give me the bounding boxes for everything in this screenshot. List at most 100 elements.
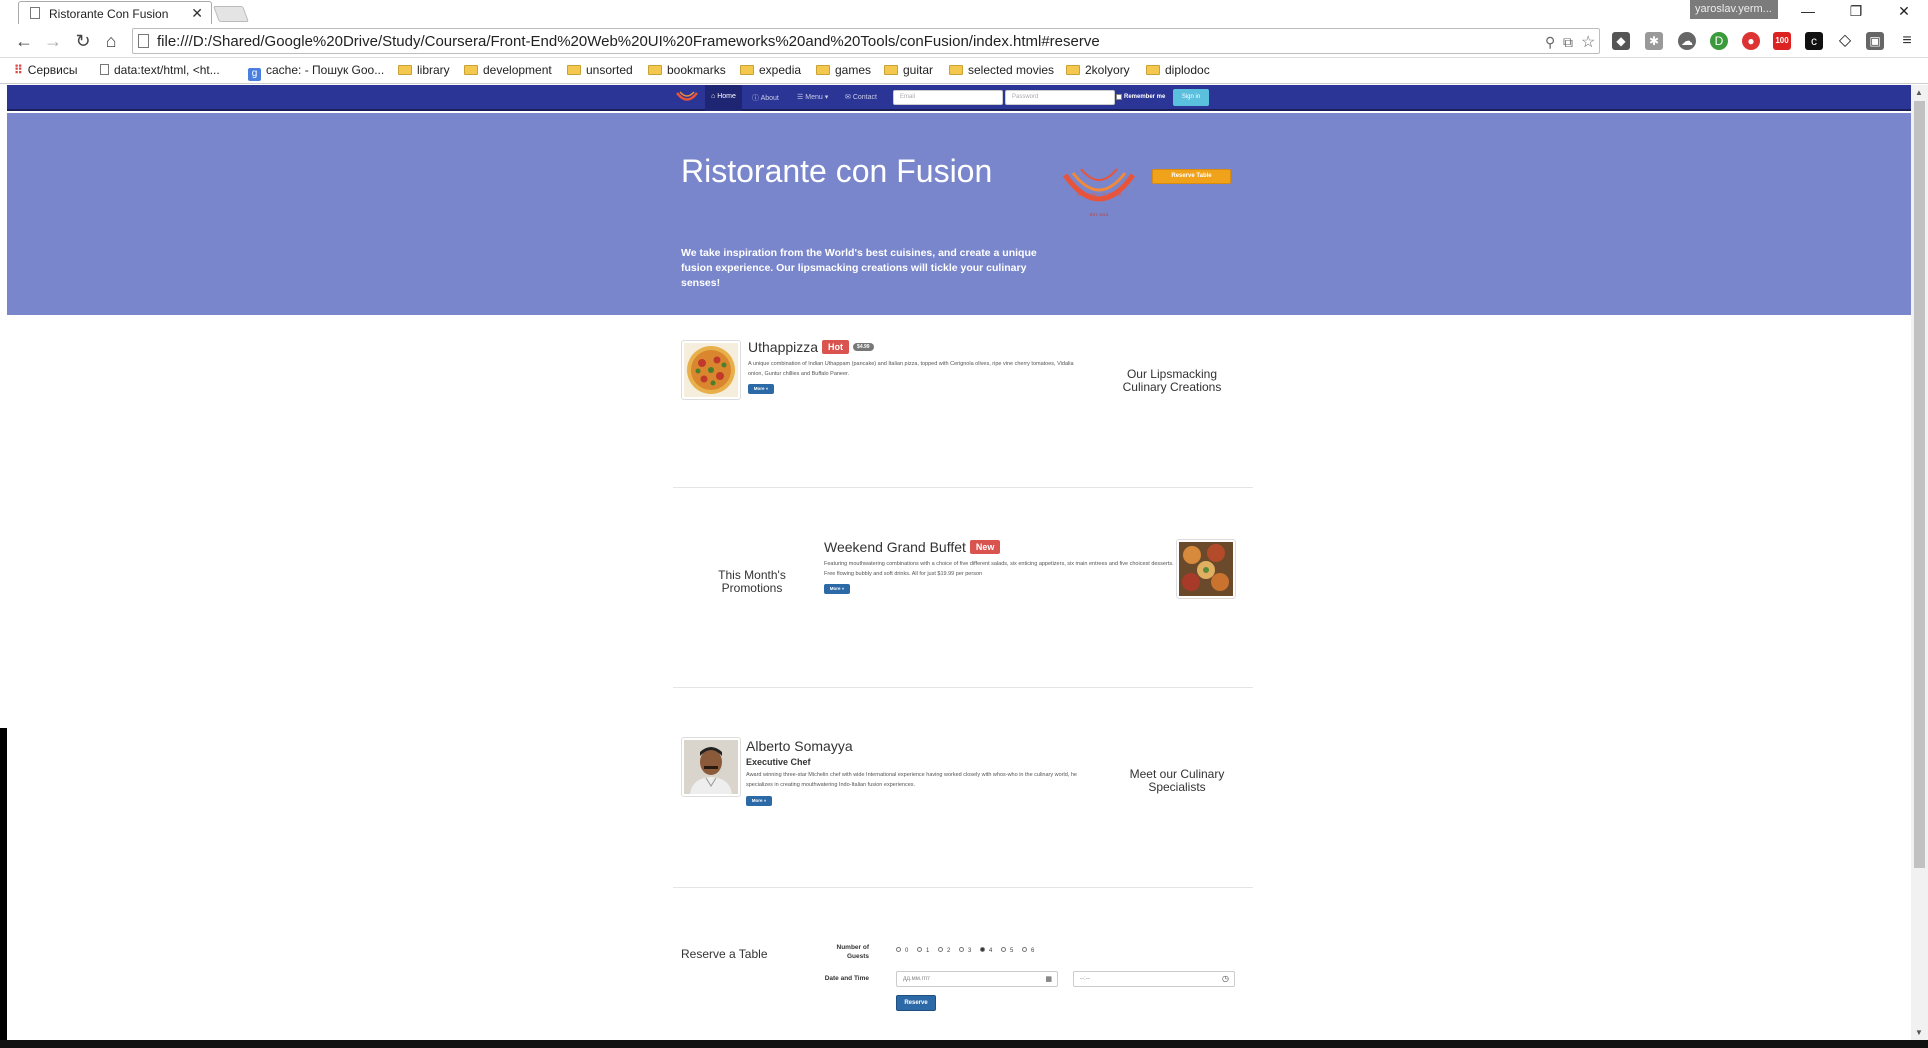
cloud-icon[interactable]: ☁	[1678, 32, 1696, 50]
extension-icon[interactable]: D	[1710, 32, 1728, 50]
radio-button[interactable]	[896, 947, 901, 952]
logo-text: Ristorante con Fusion	[1076, 193, 1122, 198]
bookmark-folder[interactable]: guitar	[884, 63, 933, 77]
radio-button[interactable]	[917, 947, 922, 952]
star-icon[interactable]: ☆	[1581, 32, 1595, 52]
info-icon: ⓘ	[752, 95, 761, 102]
address-bar[interactable]: file:///D:/Shared/Google%20Drive/Study/C…	[132, 28, 1600, 54]
dish-thumbnail[interactable]	[681, 340, 741, 400]
reload-icon[interactable]: ↻	[72, 31, 94, 52]
leader-side-heading: Meet our Culinary Specialists	[1129, 767, 1225, 794]
bookmark-apps[interactable]: ⠿ Сервисы	[14, 63, 78, 77]
hot-badge: Hot	[822, 340, 850, 354]
page-icon	[100, 64, 109, 75]
divider	[673, 487, 1253, 488]
guest-radio-2[interactable]: 2	[938, 947, 950, 954]
extension-icon[interactable]: c	[1805, 32, 1823, 50]
guest-radio-3[interactable]: 3	[959, 947, 971, 954]
extension-badge[interactable]: 100	[1773, 32, 1791, 50]
radio-button[interactable]	[938, 947, 943, 952]
radio-button-selected[interactable]	[980, 947, 985, 952]
leader-description: Award winning three-star Michelin chef w…	[746, 772, 1077, 788]
nav-about[interactable]: ⓘ About	[752, 85, 779, 111]
list-icon: ☰	[797, 94, 806, 101]
nav-home[interactable]: ⌂ Home	[705, 85, 742, 111]
clock-icon[interactable]: ◷	[1222, 974, 1229, 983]
home-icon[interactable]: ⌂	[100, 31, 122, 52]
radio-button[interactable]	[1022, 947, 1027, 952]
new-badge: New	[969, 540, 1001, 554]
bookmark-folder[interactable]: 2kolyory	[1066, 63, 1130, 77]
nav-menu[interactable]: ☰ Menu ▾	[797, 85, 828, 111]
bookmark-folder[interactable]: expedia	[740, 63, 801, 77]
promotion-more-button[interactable]: More »	[824, 584, 850, 594]
extension-icon[interactable]: ◇	[1836, 32, 1854, 50]
date-input[interactable]: дд.мм.гггг ▦	[896, 971, 1058, 987]
bookmark-folder[interactable]: library	[398, 63, 450, 77]
close-tab-icon[interactable]: ✕	[191, 5, 203, 22]
time-placeholder: --:--	[1080, 976, 1090, 982]
zoom-icon[interactable]: ⚲	[1545, 34, 1555, 51]
folder-icon	[1146, 65, 1160, 75]
extension-icon[interactable]: ●	[1742, 32, 1760, 50]
bookmarks-bar: ⠿ Сервисы data:text/html, <ht... g cache: …	[0, 58, 1928, 84]
pizza-image	[684, 343, 738, 397]
promotion-name: Weekend Grand Buffet	[824, 539, 966, 555]
guest-radio-4[interactable]: 4	[980, 947, 992, 954]
guest-radio-0[interactable]: 0	[896, 947, 908, 954]
guest-radio-5[interactable]: 5	[1001, 947, 1013, 954]
forward-icon[interactable]: →	[42, 31, 64, 52]
scrollbar-thumb[interactable]	[1914, 101, 1925, 868]
restore-icon[interactable]: ❐	[1836, 3, 1876, 21]
time-input[interactable]: --:-- ◷	[1073, 971, 1235, 987]
leader-thumbnail[interactable]	[681, 737, 741, 797]
guest-radio-1[interactable]: 1	[917, 947, 929, 954]
scroll-down-icon[interactable]: ▼	[1915, 1028, 1923, 1037]
promotion-description: Featuring mouthwatering combinations wit…	[824, 561, 1174, 577]
bookmark-folder[interactable]: development	[464, 63, 552, 77]
back-icon[interactable]: ←	[13, 31, 35, 52]
extension-icon[interactable]: ◆	[1612, 32, 1630, 50]
browser-tab[interactable]: Ristorante Con Fusion ✕	[18, 1, 212, 24]
radio-button[interactable]	[1001, 947, 1006, 952]
calendar-icon[interactable]: ▦	[1045, 975, 1052, 983]
reserve-submit-button[interactable]: Reserve	[896, 995, 936, 1011]
caret-down-icon: ▾	[822, 94, 829, 101]
bookmark-folder[interactable]: unsorted	[567, 63, 633, 77]
password-input[interactable]: Password	[1005, 90, 1115, 105]
restaurant-logo: Ristorante con Fusion EST. 2013	[1062, 168, 1136, 217]
remember-checkbox[interactable]	[1116, 94, 1122, 100]
extension-icon[interactable]: ✱	[1645, 32, 1663, 50]
promotion-thumbnail[interactable]	[1176, 539, 1236, 599]
close-window-icon[interactable]: ✕	[1884, 3, 1924, 21]
minimize-icon[interactable]: —	[1788, 3, 1828, 21]
guest-radio-6[interactable]: 6	[1022, 947, 1034, 954]
bookmark-folder[interactable]: diplodoc	[1146, 63, 1210, 77]
leader-more-button[interactable]: More »	[746, 796, 772, 806]
browser-toolbar: ← → ↻ ⌂ file:///D:/Shared/Google%20Drive…	[0, 24, 1928, 58]
dish-more-button[interactable]: More »	[748, 384, 774, 394]
bookmark-folder[interactable]: selected movies	[949, 63, 1054, 77]
sign-in-button[interactable]: Sign in	[1173, 89, 1209, 106]
bookmark-item[interactable]: data:text/html, <ht...	[100, 63, 220, 77]
date-placeholder: дд.мм.гггг	[903, 976, 931, 982]
new-tab-button[interactable]	[213, 6, 249, 22]
bookmark-folder[interactable]: bookmarks	[648, 63, 726, 77]
extension-icon[interactable]: ▣	[1866, 32, 1884, 50]
profile-button[interactable]: yaroslav.yerm...	[1690, 0, 1778, 19]
menu-icon[interactable]: ≡	[1898, 32, 1916, 50]
scroll-up-icon[interactable]: ▲	[1915, 88, 1923, 97]
folder-icon	[1066, 65, 1080, 75]
envelope-icon: ✉	[845, 94, 853, 101]
reserve-table-button[interactable]: Reserve Table	[1152, 169, 1231, 184]
email-input[interactable]: Email	[893, 90, 1003, 105]
nav-contact[interactable]: ✉ Contact	[845, 85, 877, 111]
brand-logo[interactable]	[675, 90, 699, 104]
page-viewport: ⌂ Home ⓘ About ☰ Menu ▾ ✉ Contact Email …	[7, 85, 1911, 1040]
radio-button[interactable]	[959, 947, 964, 952]
vertical-scrollbar[interactable]: ▲ ▼	[1911, 85, 1928, 1040]
translate-icon[interactable]: ⧉	[1563, 34, 1573, 51]
bookmark-folder[interactable]: games	[816, 63, 871, 77]
bookmark-item[interactable]: g cache: - Пошук Goo...	[248, 63, 384, 81]
guests-label: Number of Guests	[836, 944, 870, 960]
